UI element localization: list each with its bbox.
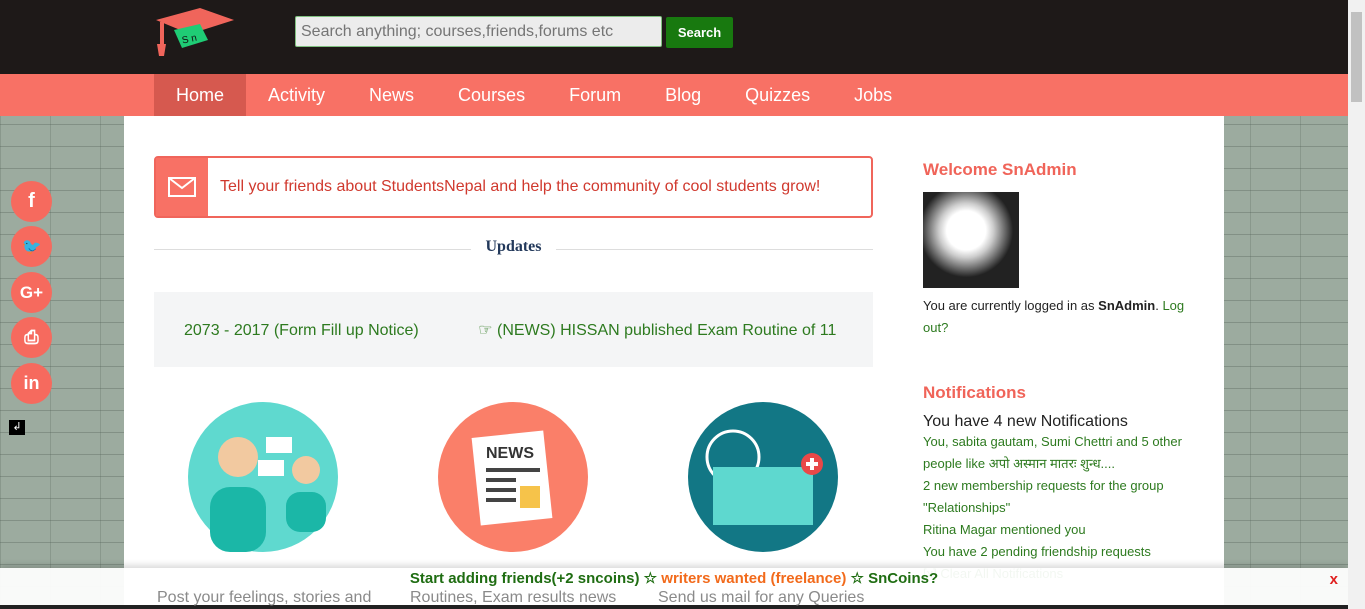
invite-banner[interactable]: Tell your friends about StudentsNepal an… <box>154 156 873 218</box>
notifications-list: You, sabita gautam, Sumi Chettri and 5 o… <box>923 431 1203 585</box>
envelope-icon <box>156 158 208 216</box>
feature-caption: Send us mail for any Queries <box>658 589 865 606</box>
logo[interactable]: S n <box>154 6 236 58</box>
news-icon[interactable]: NEWS <box>438 402 588 552</box>
linkedin-icon[interactable]: in <box>11 363 52 404</box>
header: S n Search <box>0 0 1348 74</box>
ticker-item[interactable]: 2073 - 2017 (Form Fill up Notice) <box>184 322 419 339</box>
scrollbar[interactable] <box>1348 0 1365 609</box>
updates-ticker: 2073 - 2017 (Form Fill up Notice) ☞ (NEW… <box>154 292 873 367</box>
updates-heading: Updates <box>154 238 873 260</box>
nav-news[interactable]: News <box>347 74 436 116</box>
svg-text:S n: S n <box>181 33 198 47</box>
ticker-item[interactable]: ☞ (NEWS) HISSAN published Exam Routine o… <box>478 322 836 339</box>
invite-text: Tell your friends about StudentsNepal an… <box>220 178 821 195</box>
feature-caption: Routines, Exam results news <box>410 589 617 606</box>
promo-writers[interactable]: writers wanted (freelance) <box>661 570 846 587</box>
login-status: You are currently logged in as SnAdmin. … <box>923 298 1185 335</box>
notification-item[interactable]: Ritina Magar mentioned you <box>923 519 1203 541</box>
promo-friends[interactable]: Start adding friends(+2 sncoins) <box>410 570 640 587</box>
feature-caption: Post your feelings, stories and <box>157 589 372 606</box>
nav-courses[interactable]: Courses <box>436 74 547 116</box>
print-icon[interactable]: ⎙ <box>11 317 52 358</box>
updates-title: Updates <box>471 238 556 255</box>
search-button[interactable]: Search <box>666 17 733 48</box>
facebook-icon[interactable]: f <box>11 181 52 222</box>
nav-activity[interactable]: Activity <box>246 74 347 116</box>
login-prefix: You are currently logged in as <box>923 298 1095 313</box>
nav-jobs[interactable]: Jobs <box>832 74 914 116</box>
star-icon: ☆ <box>643 570 658 587</box>
username: SnAdmin <box>1098 298 1156 313</box>
mail-icon[interactable] <box>688 402 838 552</box>
notification-item[interactable]: You have 2 pending friendship requests <box>923 541 1203 563</box>
avatar[interactable] <box>923 192 1019 288</box>
nav-home[interactable]: Home <box>154 74 247 116</box>
close-icon[interactable]: x <box>1330 570 1338 590</box>
notification-item[interactable]: You, sabita gautam, Sumi Chettri and 5 o… <box>923 431 1203 475</box>
star-icon: ☆ <box>850 570 864 587</box>
notifications-count: You have 4 new Notifications <box>923 413 1128 430</box>
promo-sncoins[interactable]: SnCoins? <box>868 570 938 587</box>
notification-item[interactable]: 2 new membership requests for the group … <box>923 475 1203 519</box>
nav-forum[interactable]: Forum <box>547 74 643 116</box>
collapse-social-icon[interactable]: ↲ <box>9 420 25 435</box>
main-nav: Home Activity News Courses Forum Blog Qu… <box>0 74 1348 116</box>
google-plus-icon[interactable]: G+ <box>11 272 52 313</box>
nav-blog[interactable]: Blog <box>643 74 723 116</box>
svg-text:NEWS: NEWS <box>486 445 534 462</box>
people-chat-icon[interactable] <box>188 402 338 552</box>
search-input[interactable] <box>295 16 662 47</box>
notifications-title: Notifications <box>923 383 1026 402</box>
welcome-title: Welcome SnAdmin <box>923 160 1077 179</box>
nav-quizzes[interactable]: Quizzes <box>723 74 832 116</box>
scrollbar-thumb[interactable] <box>1351 12 1362 102</box>
twitter-icon[interactable]: 🐦 <box>11 226 52 267</box>
